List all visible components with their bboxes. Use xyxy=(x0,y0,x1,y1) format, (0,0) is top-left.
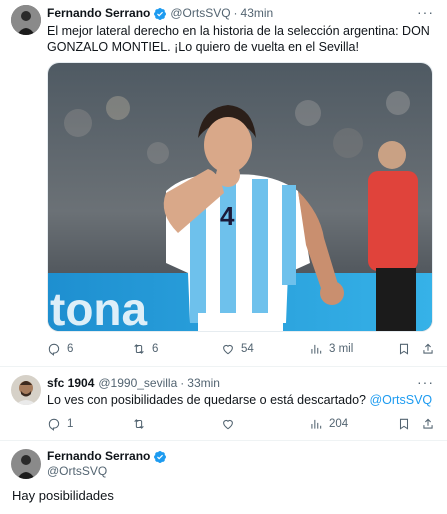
tweet-focused: Fernando Serrano @OrtsSVQ xyxy=(0,441,447,514)
author-name[interactable]: sfc 1904 xyxy=(47,376,94,391)
tweet-text-line-1: El mejor lateral derecho en la historia … xyxy=(47,24,430,38)
bookmark-button[interactable] xyxy=(397,417,417,431)
bookmark-icon xyxy=(399,418,409,430)
reply-icon xyxy=(48,343,60,356)
timestamp[interactable]: 43min xyxy=(241,6,274,21)
like-button[interactable]: 54 xyxy=(221,342,254,356)
share-icon xyxy=(423,343,433,354)
reply-icon xyxy=(48,418,60,431)
jersey-number: 4 xyxy=(220,201,235,231)
author-name[interactable]: Fernando Serrano xyxy=(47,449,150,464)
author-handle[interactable]: @1990_sevilla xyxy=(98,376,177,391)
views-count: 3 mil xyxy=(329,343,354,355)
like-count: 54 xyxy=(241,343,254,355)
tweet-text: Hay posibilidades xyxy=(12,488,114,503)
avatar[interactable] xyxy=(11,5,41,35)
retweet-count: 6 xyxy=(152,343,159,355)
like-button[interactable] xyxy=(221,417,241,431)
retweet-icon xyxy=(134,344,144,354)
more-options-icon[interactable]: ··· xyxy=(417,374,434,390)
avatar[interactable] xyxy=(11,449,41,479)
reply-button[interactable]: 6 xyxy=(47,342,73,356)
views-button[interactable]: 204 xyxy=(309,417,348,431)
author-name[interactable]: Fernando Serrano xyxy=(47,6,150,21)
views-chart-icon xyxy=(311,419,322,429)
bookmark-icon xyxy=(399,343,409,355)
more-options-icon[interactable]: ··· xyxy=(417,4,434,20)
verified-badge-icon xyxy=(153,7,167,21)
reply-count: 6 xyxy=(67,343,74,355)
banner-text: tona xyxy=(50,283,148,332)
views-button[interactable]: 3 mil xyxy=(309,342,353,356)
tweet-original[interactable]: Fernando Serrano @OrtsSVQ · 43min ··· El… xyxy=(0,0,447,362)
author-handle[interactable]: @OrtsSVQ xyxy=(47,464,107,479)
mention-link[interactable]: @OrtsSVQ xyxy=(369,393,432,407)
avatar[interactable] xyxy=(11,375,41,405)
tweet-text-line-2: GONZALO MONTIEL. ¡Lo quiero de vuelta en… xyxy=(47,40,359,54)
separator-dot: · xyxy=(233,6,238,20)
timestamp[interactable]: 33min xyxy=(187,376,220,391)
tweet-reply[interactable]: sfc 1904 @1990_sevilla · 33min ··· Lo ve… xyxy=(0,367,447,439)
tweet-text-body: Lo ves con posibilidades de quedarse o e… xyxy=(47,393,370,407)
share-button[interactable] xyxy=(421,417,441,431)
share-icon xyxy=(423,418,433,429)
views-chart-icon xyxy=(311,344,322,354)
retweet-icon xyxy=(134,419,144,429)
heart-icon xyxy=(223,344,233,355)
author-handle[interactable]: @OrtsSVQ xyxy=(170,6,230,21)
views-count: 204 xyxy=(329,418,349,430)
share-button[interactable] xyxy=(421,342,441,356)
retweet-button[interactable]: 6 xyxy=(132,342,158,356)
heart-icon xyxy=(223,419,233,430)
tweet-text: El mejor lateral derecho en la historia … xyxy=(47,23,437,55)
retweet-button[interactable] xyxy=(132,417,152,431)
bookmark-button[interactable] xyxy=(397,342,417,356)
verified-badge-icon xyxy=(153,450,167,464)
reply-count: 1 xyxy=(67,418,74,430)
tweet-photo[interactable]: tona 4 xyxy=(47,62,433,332)
tweet-text: Lo ves con posibilidades de quedarse o e… xyxy=(47,392,437,408)
separator-dot: · xyxy=(180,376,185,390)
reply-button[interactable]: 1 xyxy=(47,417,73,431)
